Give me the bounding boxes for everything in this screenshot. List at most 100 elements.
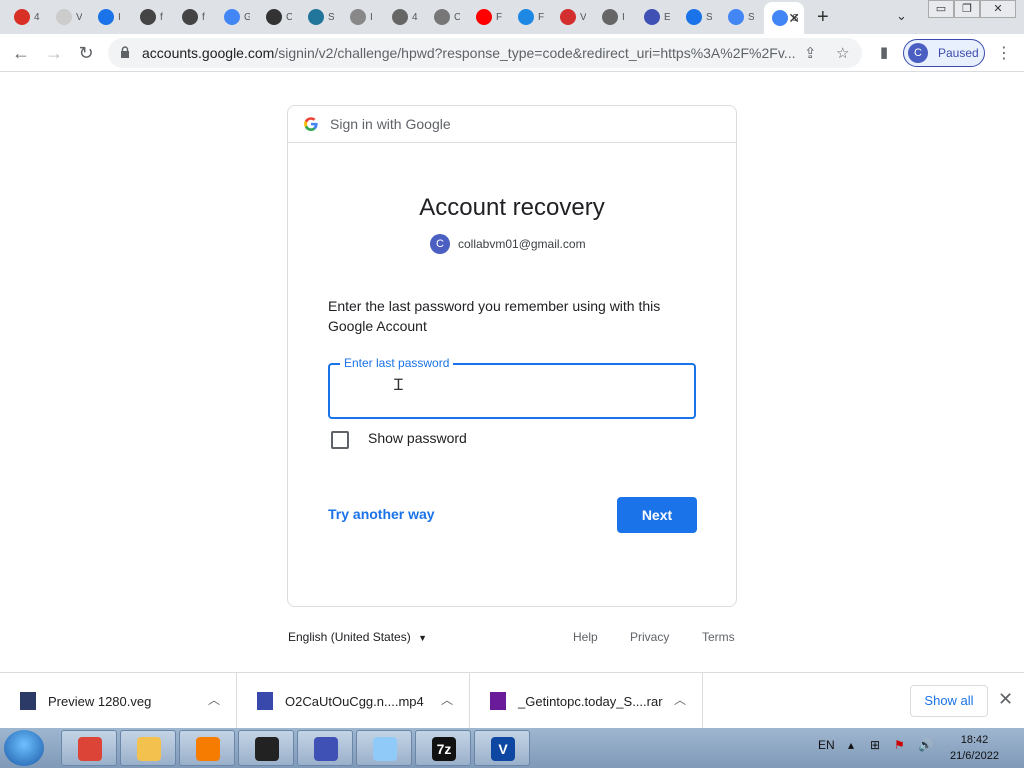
tab-favicon-icon bbox=[308, 9, 324, 25]
tab-label: G bbox=[244, 11, 250, 23]
tab-label: 4 bbox=[34, 11, 40, 23]
browser-tab[interactable]: f bbox=[174, 4, 212, 30]
taskbar-app-chrome[interactable] bbox=[61, 730, 117, 766]
tab-favicon-icon bbox=[602, 9, 618, 25]
tab-label: I bbox=[118, 11, 121, 23]
browser-tab[interactable]: C bbox=[426, 4, 464, 30]
close-shelf-icon[interactable]: ✕ bbox=[998, 689, 1013, 710]
tray-expand-icon[interactable]: ▴ bbox=[848, 738, 854, 752]
try-another-way-link[interactable]: Try another way bbox=[328, 506, 435, 522]
browser-tab[interactable]: I bbox=[90, 4, 128, 30]
tab-favicon-icon bbox=[644, 9, 660, 25]
taskbar-app-7zip[interactable]: 7z bbox=[415, 730, 471, 766]
show-all-button[interactable]: Show all bbox=[910, 685, 988, 717]
password-input[interactable] bbox=[330, 365, 694, 417]
tab-label: C bbox=[454, 11, 460, 23]
download-shelf: Show all ✕ Preview 1280.veg ︿ O2CaUtOuCgg.… bbox=[0, 672, 1024, 729]
browser-tab[interactable]: f bbox=[132, 4, 170, 30]
chevron-up-icon[interactable]: ︿ bbox=[674, 691, 686, 708]
tab-favicon-icon bbox=[728, 9, 744, 25]
taskbar-app-notepad[interactable] bbox=[356, 730, 412, 766]
privacy-link[interactable]: Privacy bbox=[630, 630, 669, 644]
browser-tab[interactable]: V bbox=[48, 4, 86, 30]
restore-button[interactable]: ❐ bbox=[954, 0, 980, 18]
tab-strip: S S E I V F F C 4 I S C Gf f I V 4 S ✕ + ⌄ ▭ ❐ ✕ bbox=[0, 0, 1024, 34]
tab-search-button[interactable]: ⌄ bbox=[896, 8, 907, 24]
download-filename: Preview 1280.veg bbox=[48, 693, 152, 709]
notepad-icon bbox=[373, 737, 397, 761]
account-chip[interactable]: C collabvm01@gmail.com bbox=[430, 234, 586, 254]
help-link[interactable]: Help bbox=[573, 630, 598, 644]
browser-tab[interactable]: S bbox=[300, 4, 338, 30]
tab-favicon-icon bbox=[140, 9, 156, 25]
next-button[interactable]: Next bbox=[617, 497, 697, 533]
volume-icon[interactable]: 🔊 bbox=[918, 738, 933, 752]
browser-tab[interactable]: E bbox=[636, 4, 674, 30]
share-icon[interactable]: ⇪ bbox=[804, 44, 817, 62]
file-icon bbox=[257, 692, 273, 710]
clock-time: 18:42 bbox=[960, 734, 989, 746]
download-item[interactable]: Preview 1280.veg ︿ bbox=[0, 673, 237, 729]
back-button[interactable]: ← bbox=[10, 42, 32, 64]
browser-tab[interactable]: C bbox=[258, 4, 296, 30]
new-tab-button[interactable]: + bbox=[817, 6, 829, 29]
explorer-icon bbox=[137, 737, 161, 761]
chevron-up-icon[interactable]: ︿ bbox=[208, 691, 220, 708]
taskbar-app-editor[interactable] bbox=[297, 730, 353, 766]
download-item[interactable]: O2CaUtOuCgg.n....mp4 ︿ bbox=[237, 673, 470, 729]
browser-tab[interactable]: I bbox=[594, 4, 632, 30]
tab-label: f bbox=[202, 11, 205, 23]
close-tab-icon[interactable]: ✕ bbox=[788, 10, 800, 27]
account-email: collabvm01@gmail.com bbox=[458, 237, 586, 251]
system-clock[interactable]: 18:42 21/6/2022 bbox=[950, 732, 999, 764]
password-field[interactable]: Enter last password Ɪ bbox=[328, 356, 696, 419]
tab-label: C bbox=[286, 11, 292, 23]
instruction-text: Enter the last password you remember usi… bbox=[328, 298, 661, 334]
address-bar[interactable]: accounts.google.com/signin/v2/challenge/… bbox=[108, 38, 862, 68]
reload-button[interactable]: ↻ bbox=[75, 42, 97, 64]
tab-active[interactable]: S ✕ bbox=[764, 2, 804, 34]
network-icon[interactable]: ⊞ bbox=[870, 738, 880, 752]
tab-favicon-icon bbox=[56, 9, 72, 25]
editor-icon bbox=[314, 737, 338, 761]
url-host: accounts.google.com bbox=[142, 45, 275, 61]
url-path: /signin/v2/challenge/hpwd?response_type=… bbox=[274, 45, 796, 61]
taskbar-app-media-player[interactable] bbox=[179, 730, 235, 766]
profile-button[interactable]: C Paused bbox=[903, 39, 985, 67]
show-password-label[interactable]: Show password bbox=[368, 430, 467, 446]
browser-tab[interactable]: 4 bbox=[6, 4, 44, 30]
browser-tab[interactable]: S bbox=[678, 4, 716, 30]
close-window-button[interactable]: ✕ bbox=[980, 0, 1016, 18]
browser-tab[interactable]: F bbox=[510, 4, 548, 30]
tab-label: S bbox=[748, 11, 754, 23]
action-center-icon[interactable]: ⚑ bbox=[894, 738, 905, 752]
minimize-button[interactable]: ▭ bbox=[928, 0, 954, 18]
taskbar-app-vegas[interactable]: V bbox=[474, 730, 530, 766]
taskbar-app-obs[interactable] bbox=[238, 730, 294, 766]
show-password-checkbox[interactable] bbox=[331, 431, 349, 449]
chevron-up-icon[interactable]: ︿ bbox=[441, 691, 453, 708]
start-button[interactable] bbox=[4, 730, 44, 766]
language-indicator[interactable]: EN bbox=[818, 738, 835, 752]
forward-button[interactable]: → bbox=[43, 42, 65, 64]
kebab-menu-icon[interactable]: ⋮ bbox=[996, 43, 1012, 63]
language-selector[interactable]: English (United States) ▼ bbox=[288, 630, 427, 644]
browser-tab[interactable]: 4 bbox=[384, 4, 422, 30]
taskbar-app-explorer[interactable] bbox=[120, 730, 176, 766]
tab-label: 4 bbox=[412, 11, 418, 23]
terms-link[interactable]: Terms bbox=[702, 630, 735, 644]
tab-label: F bbox=[538, 11, 544, 23]
language-label: English (United States) bbox=[288, 630, 411, 644]
bookmark-star-icon[interactable]: ☆ bbox=[836, 44, 849, 62]
browser-tab[interactable]: I bbox=[342, 4, 380, 30]
browser-tab[interactable]: S bbox=[720, 4, 758, 30]
profile-status: Paused bbox=[938, 46, 979, 60]
browser-tab[interactable]: G bbox=[216, 4, 254, 30]
tab-label: E bbox=[664, 11, 670, 23]
browser-tab[interactable]: F bbox=[468, 4, 506, 30]
side-panel-icon[interactable]: ▮ bbox=[873, 42, 895, 64]
download-item[interactable]: _Getintopc.today_S....rar ︿ bbox=[470, 673, 703, 729]
tab-favicon-icon bbox=[392, 9, 408, 25]
tab-label: S bbox=[328, 11, 334, 23]
browser-tab[interactable]: V bbox=[552, 4, 590, 30]
